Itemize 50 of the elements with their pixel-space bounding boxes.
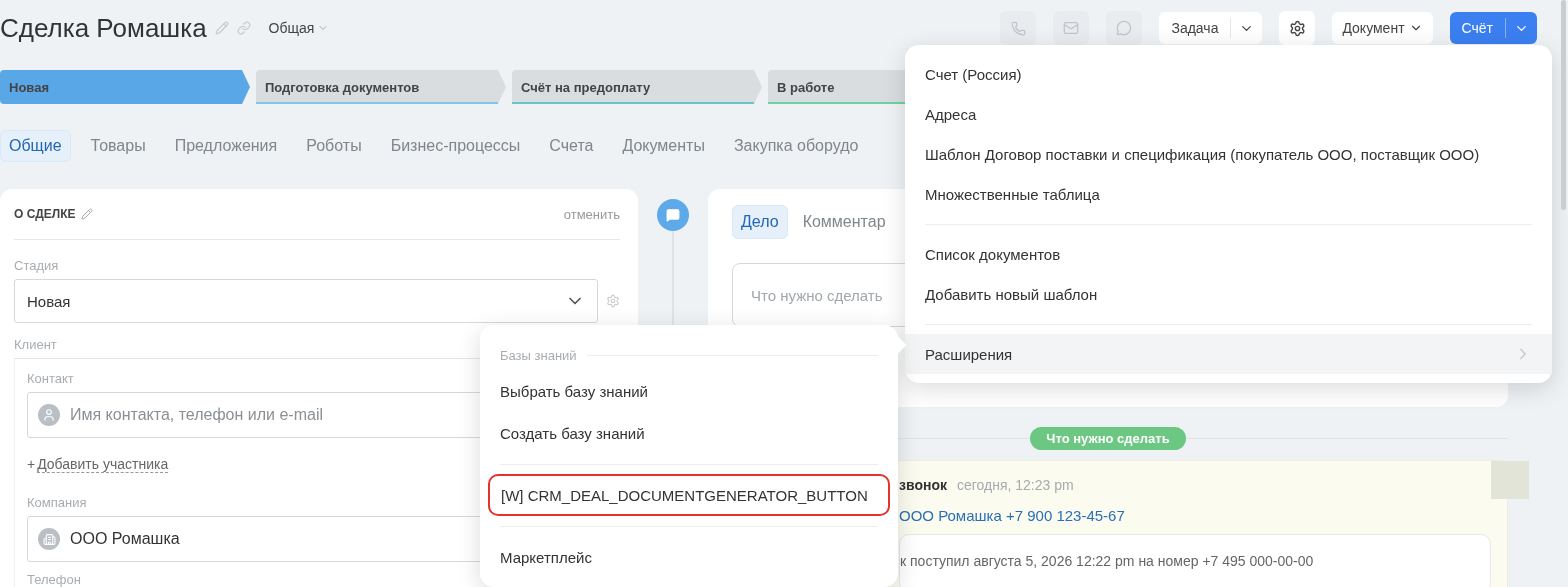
- menu-item[interactable]: Добавить новый шаблон: [905, 274, 1552, 314]
- menu-item[interactable]: [W] CRM_DEAL_DOCUMENTGENERATOR_BUTTON: [488, 474, 890, 516]
- add-participant-link[interactable]: Добавить участника: [37, 456, 169, 473]
- category-dropdown[interactable]: Общая: [268, 20, 330, 36]
- call-title: звонок: [899, 477, 947, 493]
- phone-icon[interactable]: [1000, 11, 1037, 45]
- field-label: Клиент: [14, 337, 57, 352]
- deal-title: Сделка Ромашка: [0, 12, 207, 44]
- stage-label: Новая: [9, 79, 49, 95]
- todo-badge: Что нужно сделать: [1030, 427, 1186, 450]
- link-icon[interactable]: [236, 21, 251, 35]
- field-label: Контакт: [27, 371, 74, 386]
- stage-select[interactable]: Новая: [14, 279, 598, 323]
- mail-icon[interactable]: [1053, 11, 1090, 45]
- invoice-split-button[interactable]: Счёт: [1449, 12, 1537, 44]
- menu-item[interactable]: Список документов: [905, 234, 1552, 274]
- document-button[interactable]: Документ: [1332, 12, 1433, 44]
- stage-label: Подготовка документов: [265, 79, 420, 95]
- invoice-button[interactable]: Счёт: [1449, 12, 1505, 44]
- menu-item[interactable]: Расширения: [905, 334, 1552, 374]
- stage-step[interactable]: Подготовка документов: [256, 70, 506, 104]
- card-title: О СДЕЛКЕ: [14, 207, 76, 221]
- menu-item-label: Расширения: [925, 345, 1013, 363]
- call-time: сегодня, 12:23 pm: [956, 477, 1074, 493]
- building-icon: [38, 528, 60, 550]
- contact-link[interactable]: ООО Ромашка +7 900 123-45-67: [899, 507, 1491, 524]
- person-icon: [38, 404, 60, 426]
- menu-item[interactable]: Множественные таблица: [905, 174, 1552, 214]
- scrollbar[interactable]: [1561, 0, 1566, 210]
- stage-label: Счёт на предоплату: [521, 79, 651, 95]
- menu-header: Базы знаний: [500, 347, 577, 363]
- field-label: Телефон: [27, 572, 81, 587]
- pencil-icon[interactable]: [214, 21, 229, 35]
- pencil-icon[interactable]: [81, 208, 94, 220]
- tab[interactable]: Комментар: [793, 205, 895, 239]
- task-split-button[interactable]: Задача: [1159, 12, 1263, 44]
- field-label: Компания: [27, 495, 87, 510]
- menu-item[interactable]: Шаблон Договор поставки и спецификация (покупатель ООО, поставщик ООО): [905, 134, 1552, 174]
- stage-step[interactable]: Счёт на предоплату: [512, 70, 762, 104]
- stage-step[interactable]: Новая: [0, 70, 250, 104]
- tab[interactable]: Дело: [732, 205, 788, 239]
- stage-label: В работе: [777, 79, 835, 95]
- plus-icon: +: [27, 456, 36, 473]
- settings-icon[interactable]: [1279, 11, 1316, 45]
- task-button[interactable]: Задача: [1159, 12, 1231, 44]
- field-label: Стадия: [14, 258, 59, 273]
- comment-icon: [657, 199, 689, 231]
- chat-icon[interactable]: [1106, 11, 1143, 45]
- tab[interactable]: Общие: [0, 130, 71, 162]
- call-note: к поступил августа 5, 2026 12:22 pm на номер +7 495 000-00-00: [899, 534, 1491, 587]
